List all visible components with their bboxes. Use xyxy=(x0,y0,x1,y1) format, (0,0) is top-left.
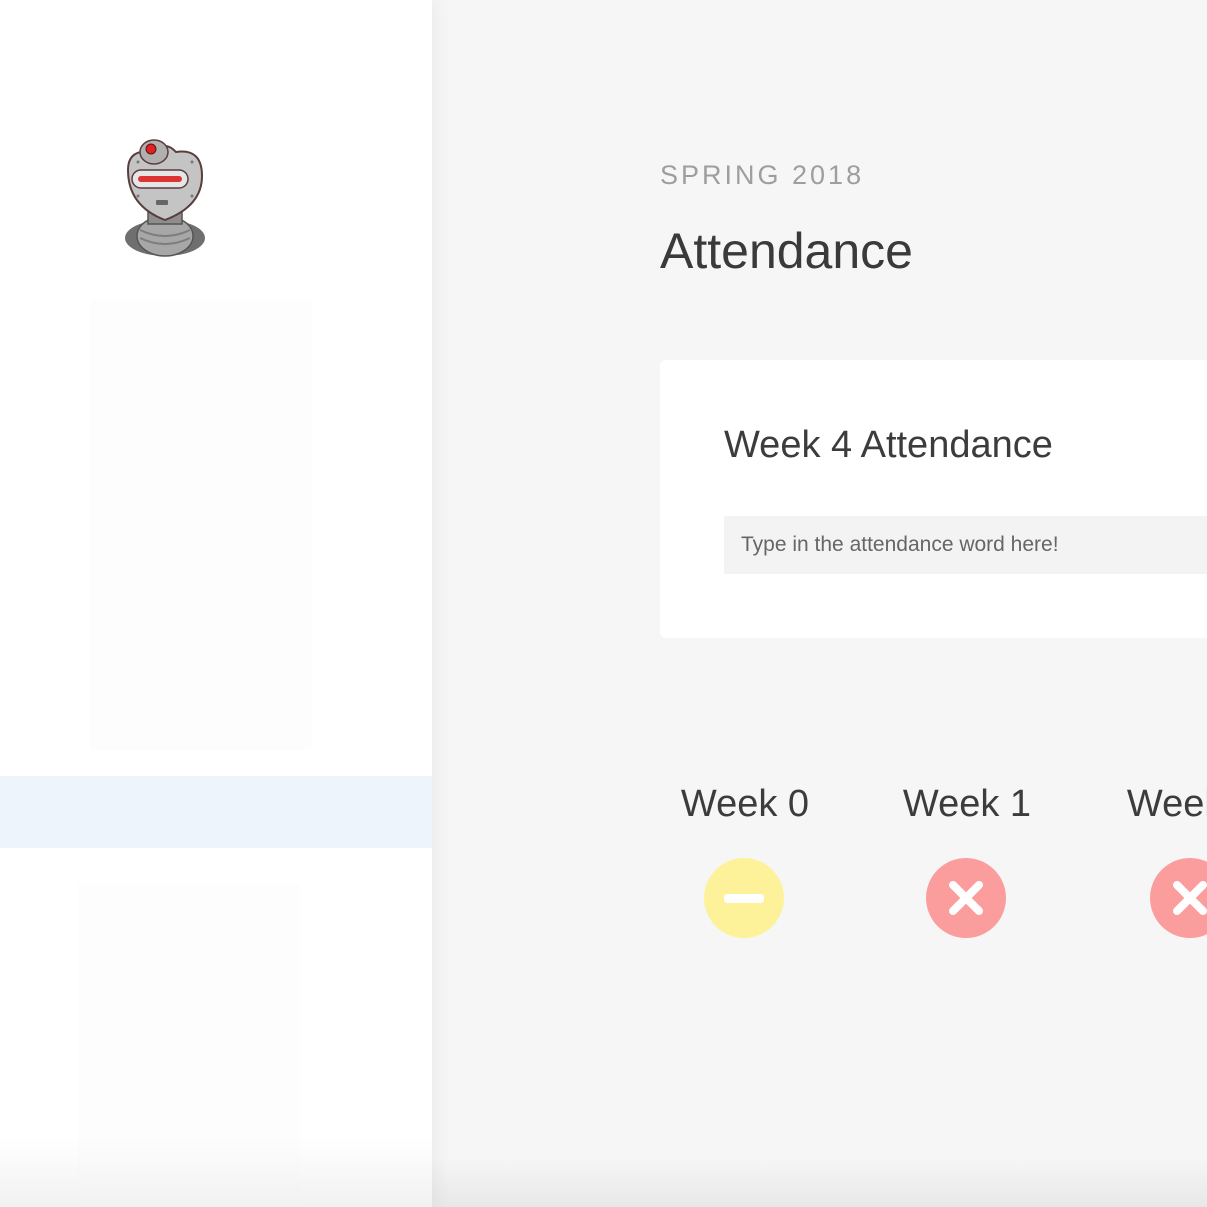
week-label: Week 2 xyxy=(1126,783,1207,825)
week-item-1: Week 1 xyxy=(882,780,1052,950)
card-title: Week 4 Attendance xyxy=(724,424,1053,466)
weeks-list: Week 0 Week 1 Week 2 xyxy=(660,780,1207,950)
main-content: SPRING 2018 Attendance Week 4 Attendance… xyxy=(432,0,1207,1207)
main-bottom-fade xyxy=(432,1157,1207,1207)
term-label: SPRING 2018 xyxy=(660,160,865,190)
x-icon[interactable] xyxy=(926,858,1006,938)
attendance-card: Week 4 Attendance xyxy=(660,360,1207,638)
x-icon[interactable] xyxy=(1150,858,1207,938)
app-root: SPRING 2018 Attendance Week 4 Attendance… xyxy=(0,0,1207,1207)
sidebar-nav-panel xyxy=(90,300,312,750)
attendance-word-input[interactable] xyxy=(724,516,1207,574)
sidebar xyxy=(0,0,432,1207)
minus-icon[interactable] xyxy=(704,858,784,938)
robot-avatar-icon[interactable] xyxy=(118,130,212,260)
sidebar-bottom-fade xyxy=(0,1137,432,1207)
sidebar-item-active[interactable] xyxy=(0,776,432,848)
week-item-2: Week 2 xyxy=(1106,780,1207,950)
week-label: Week 0 xyxy=(680,783,810,825)
page-title: Attendance xyxy=(660,223,913,279)
week-label: Week 1 xyxy=(902,783,1032,825)
week-item-0: Week 0 xyxy=(660,780,830,950)
